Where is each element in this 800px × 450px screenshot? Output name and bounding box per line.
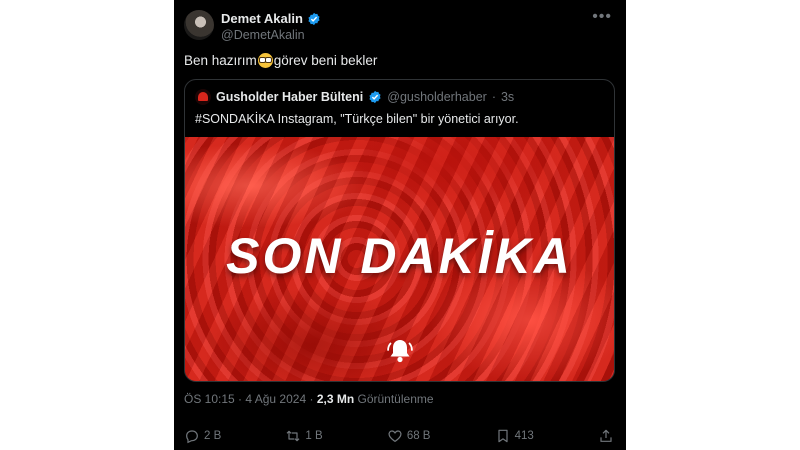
nerd-face-emoji-icon	[257, 53, 273, 68]
tweet-time[interactable]: ÖS 10:15	[184, 392, 235, 406]
view-count[interactable]: 2,3 Mn	[317, 392, 354, 406]
share-button[interactable]	[598, 428, 614, 444]
quoted-tweet[interactable]: Gusholder Haber Bülteni @gusholderhaber …	[184, 79, 615, 382]
author-name-row[interactable]: Demet Akalin	[221, 11, 321, 26]
more-icon[interactable]: •••	[592, 8, 612, 26]
quoted-text: #SONDAKİKA Instagram, "Türkçe bilen" bir…	[195, 112, 519, 126]
reply-count: 2 B	[204, 430, 222, 442]
quoted-separator: ·	[491, 90, 496, 104]
verified-badge-icon	[369, 90, 381, 104]
tweet-text-after: görev beni bekler	[273, 53, 378, 68]
repost-button[interactable]: 1 B	[285, 428, 323, 444]
author-handle[interactable]: @DemetAkalin	[221, 28, 305, 42]
quoted-avatar[interactable]	[195, 89, 211, 105]
like-button[interactable]: 68 B	[387, 428, 431, 444]
tweet-card: Demet Akalin @DemetAkalin ••• Ben hazırı…	[174, 0, 626, 450]
like-icon	[388, 430, 402, 443]
quoted-time[interactable]: 3s	[501, 90, 514, 104]
breaking-news-text: SON DAKİKA	[226, 228, 573, 284]
author-name[interactable]: Demet Akalin	[221, 11, 303, 26]
repost-count: 1 B	[305, 430, 323, 442]
avatar[interactable]	[184, 10, 214, 40]
reply-button[interactable]: 2 B	[184, 428, 221, 444]
tweet-text: Ben hazırım görev beni bekler	[184, 53, 377, 68]
quoted-header: Gusholder Haber Bülteni @gusholderhaber …	[195, 89, 514, 105]
verified-badge-icon	[308, 12, 320, 25]
bookmark-button[interactable]: 413	[495, 428, 534, 444]
repost-icon	[286, 430, 300, 442]
reply-icon	[186, 430, 198, 444]
tweet-text-before: Ben hazırım	[184, 53, 257, 68]
bell-icon	[387, 340, 413, 363]
bookmark-icon	[498, 429, 508, 443]
like-count: 68 B	[406, 430, 431, 442]
action-bar: 2 B 1 B 68 B 413	[184, 428, 614, 444]
quoted-image[interactable]: SON DAKİKA	[185, 137, 614, 381]
view-label: Görüntülenme	[357, 392, 434, 406]
quoted-author-handle[interactable]: @gusholderhaber	[387, 90, 487, 104]
share-icon	[600, 429, 612, 442]
tweet-date[interactable]: 4 Ağu 2024	[245, 392, 306, 406]
tweet-meta: ÖS 10:15 · 4 Ağu 2024 · 2,3 Mn Görüntüle…	[184, 392, 434, 406]
bookmark-count: 413	[514, 430, 534, 442]
meta-separator: ·	[238, 392, 243, 406]
meta-separator-2: ·	[309, 392, 314, 406]
quoted-author-name[interactable]: Gusholder Haber Bülteni	[216, 90, 363, 104]
